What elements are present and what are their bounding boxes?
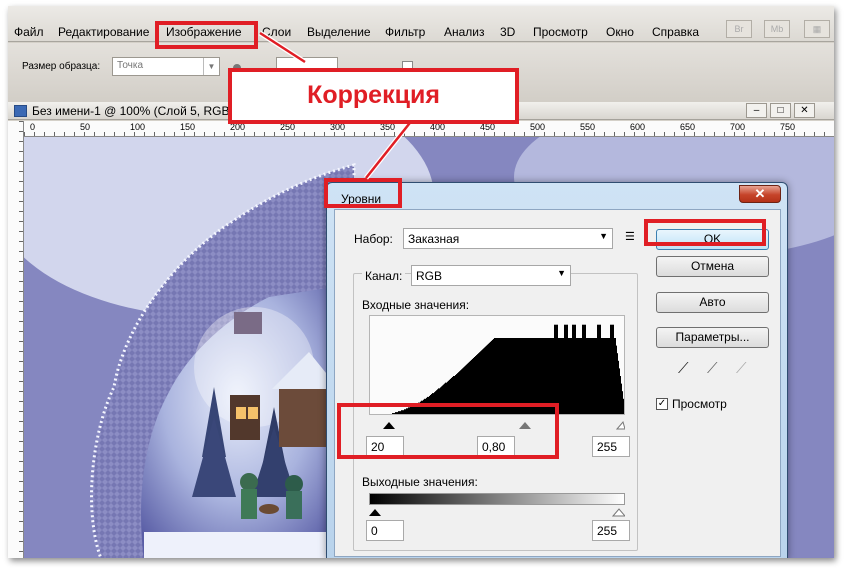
screenshot-frame: Файл Редактирование Изображение Слои Выд…	[8, 6, 834, 558]
correction-callout: Коррекция	[228, 68, 519, 124]
